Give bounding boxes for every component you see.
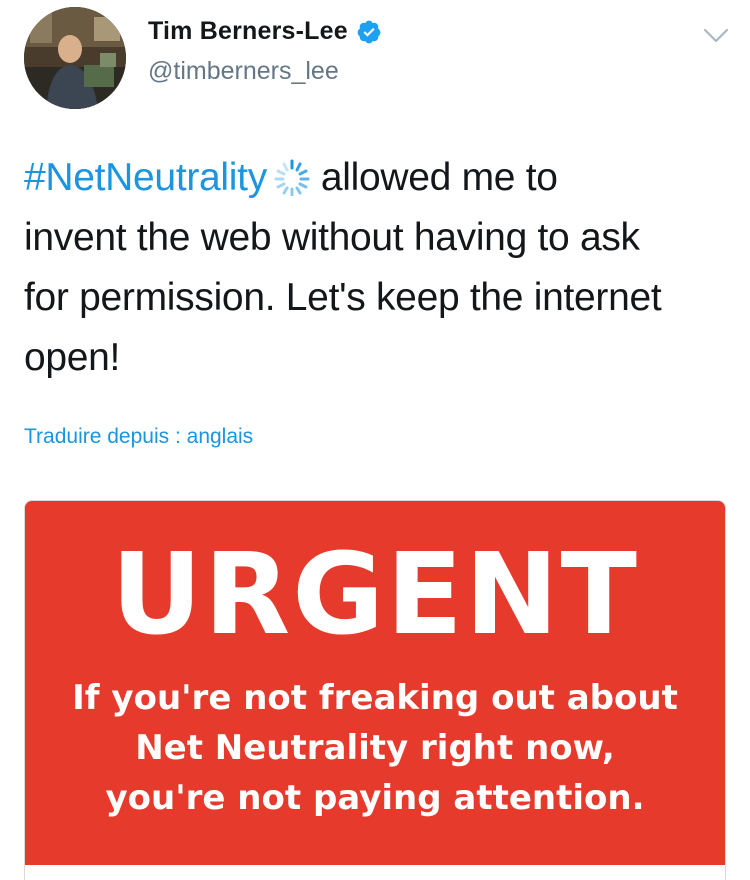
media-line-2: Net Neutrality right now, [135, 728, 615, 768]
chevron-down-icon[interactable] [703, 27, 729, 45]
media-line-3: you're not paying attention. [105, 778, 645, 818]
author-row[interactable]: Tim Berners-Lee [148, 17, 382, 46]
media-line-1: If you're not freaking out about [72, 678, 678, 718]
display-name[interactable]: Tim Berners-Lee [148, 17, 348, 46]
avatar[interactable] [24, 7, 126, 109]
spinner-emoji-icon[interactable] [269, 158, 315, 196]
media-card-footer [25, 865, 725, 880]
tweet-line-4: open! [24, 336, 121, 379]
media-card[interactable]: URGENT If you're not freaking out about … [24, 500, 726, 880]
media-subtext: If you're not freaking out about Net Neu… [25, 673, 725, 823]
tweet-line-1-text: allowed me to [320, 156, 558, 199]
user-handle[interactable]: @timberners_lee [148, 57, 339, 86]
hashtag-link[interactable]: #NetNeutrality [24, 156, 267, 199]
tweet: Tim Berners-Lee @timberners_lee #NetNeut… [0, 0, 750, 880]
tweet-line-3: for permission. Let's keep the internet [24, 276, 662, 319]
tweet-line-1: #NetNeutrality allowed me to [24, 148, 724, 208]
profile-photo-icon [24, 7, 126, 109]
tweet-text: #NetNeutrality allowed me to invent the [24, 148, 724, 388]
media-headline: URGENT [111, 530, 639, 660]
tweet-line-2: invent the web without having to ask [24, 216, 640, 259]
translate-link[interactable]: Traduire depuis : anglais [24, 425, 253, 449]
verified-badge-icon [357, 20, 381, 43]
